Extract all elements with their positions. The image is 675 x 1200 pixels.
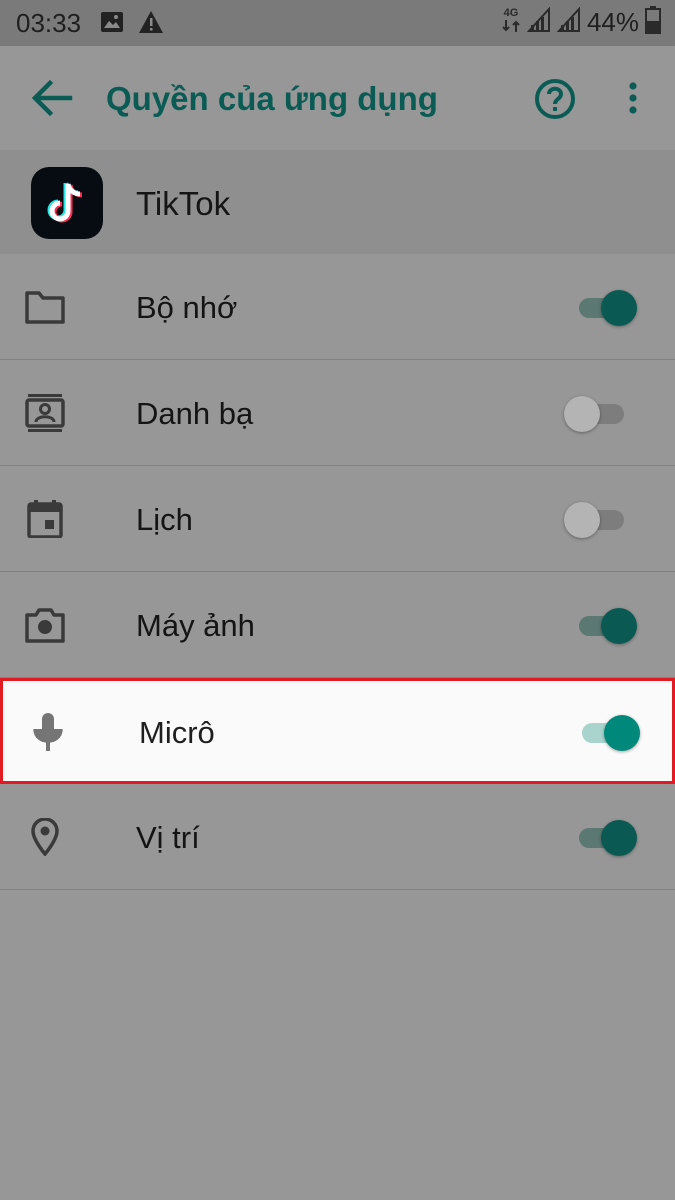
back-button[interactable]	[30, 78, 74, 118]
app-header: TikTok	[0, 150, 675, 254]
image-icon	[100, 10, 124, 39]
permission-toggle[interactable]	[577, 606, 639, 646]
permission-row-location[interactable]: Vị trí	[0, 784, 675, 890]
battery-percent: 44%	[586, 7, 639, 37]
permission-label: Vị trí	[136, 820, 200, 855]
permission-label: Máy ảnh	[136, 608, 255, 643]
page-title: Quyền của ứng dụng	[106, 80, 438, 117]
status-right: 4G 44%	[501, 6, 661, 39]
status-bar: 03:33 4G 44%	[0, 0, 675, 46]
status-time: 03:33	[16, 8, 82, 38]
app-name: TikTok	[136, 185, 231, 222]
permission-row-microphone[interactable]: Micrô	[0, 678, 675, 784]
location-icon	[24, 817, 66, 857]
permission-label: Lịch	[136, 502, 193, 537]
folder-icon	[24, 288, 66, 326]
battery-icon	[645, 6, 661, 39]
help-circle-icon	[535, 79, 575, 119]
permission-toggle[interactable]	[577, 818, 639, 858]
microphone-icon	[27, 713, 69, 751]
more-options-button[interactable]	[618, 78, 648, 118]
network-type: 4G	[501, 8, 521, 37]
warning-icon	[138, 10, 164, 39]
permission-row-contacts[interactable]: Danh bạ	[0, 360, 675, 466]
calendar-icon	[24, 500, 66, 539]
permission-label: Micrô	[139, 715, 215, 750]
permission-row-calendar[interactable]: Lịch	[0, 466, 675, 572]
app-permissions-screen: 03:33 4G 44% Quyền của ứng dụng TikTok B…	[0, 0, 675, 1200]
tiktok-logo	[31, 167, 103, 239]
help-button[interactable]	[533, 77, 577, 121]
permission-label: Bộ nhớ	[136, 290, 238, 325]
more-vertical-icon	[629, 82, 637, 114]
contacts-icon	[24, 394, 66, 432]
signal-icon-2	[556, 6, 581, 38]
permission-toggle[interactable]	[564, 394, 626, 434]
permission-toggle[interactable]	[577, 288, 639, 328]
camera-icon	[24, 606, 66, 644]
permission-toggle[interactable]	[564, 500, 626, 540]
permission-list: Bộ nhớ Danh bạ Lịch Máy ảnh Micrô Vị trí	[0, 254, 675, 890]
permission-row-camera[interactable]: Máy ảnh	[0, 572, 675, 678]
app-bar: Quyền của ứng dụng	[0, 46, 675, 150]
signal-icon	[526, 6, 551, 38]
permission-row-storage[interactable]: Bộ nhớ	[0, 254, 675, 360]
arrow-left-icon	[31, 79, 73, 117]
permission-label: Danh bạ	[136, 396, 254, 431]
permission-toggle[interactable]	[580, 713, 642, 753]
notification-icons	[100, 10, 164, 39]
